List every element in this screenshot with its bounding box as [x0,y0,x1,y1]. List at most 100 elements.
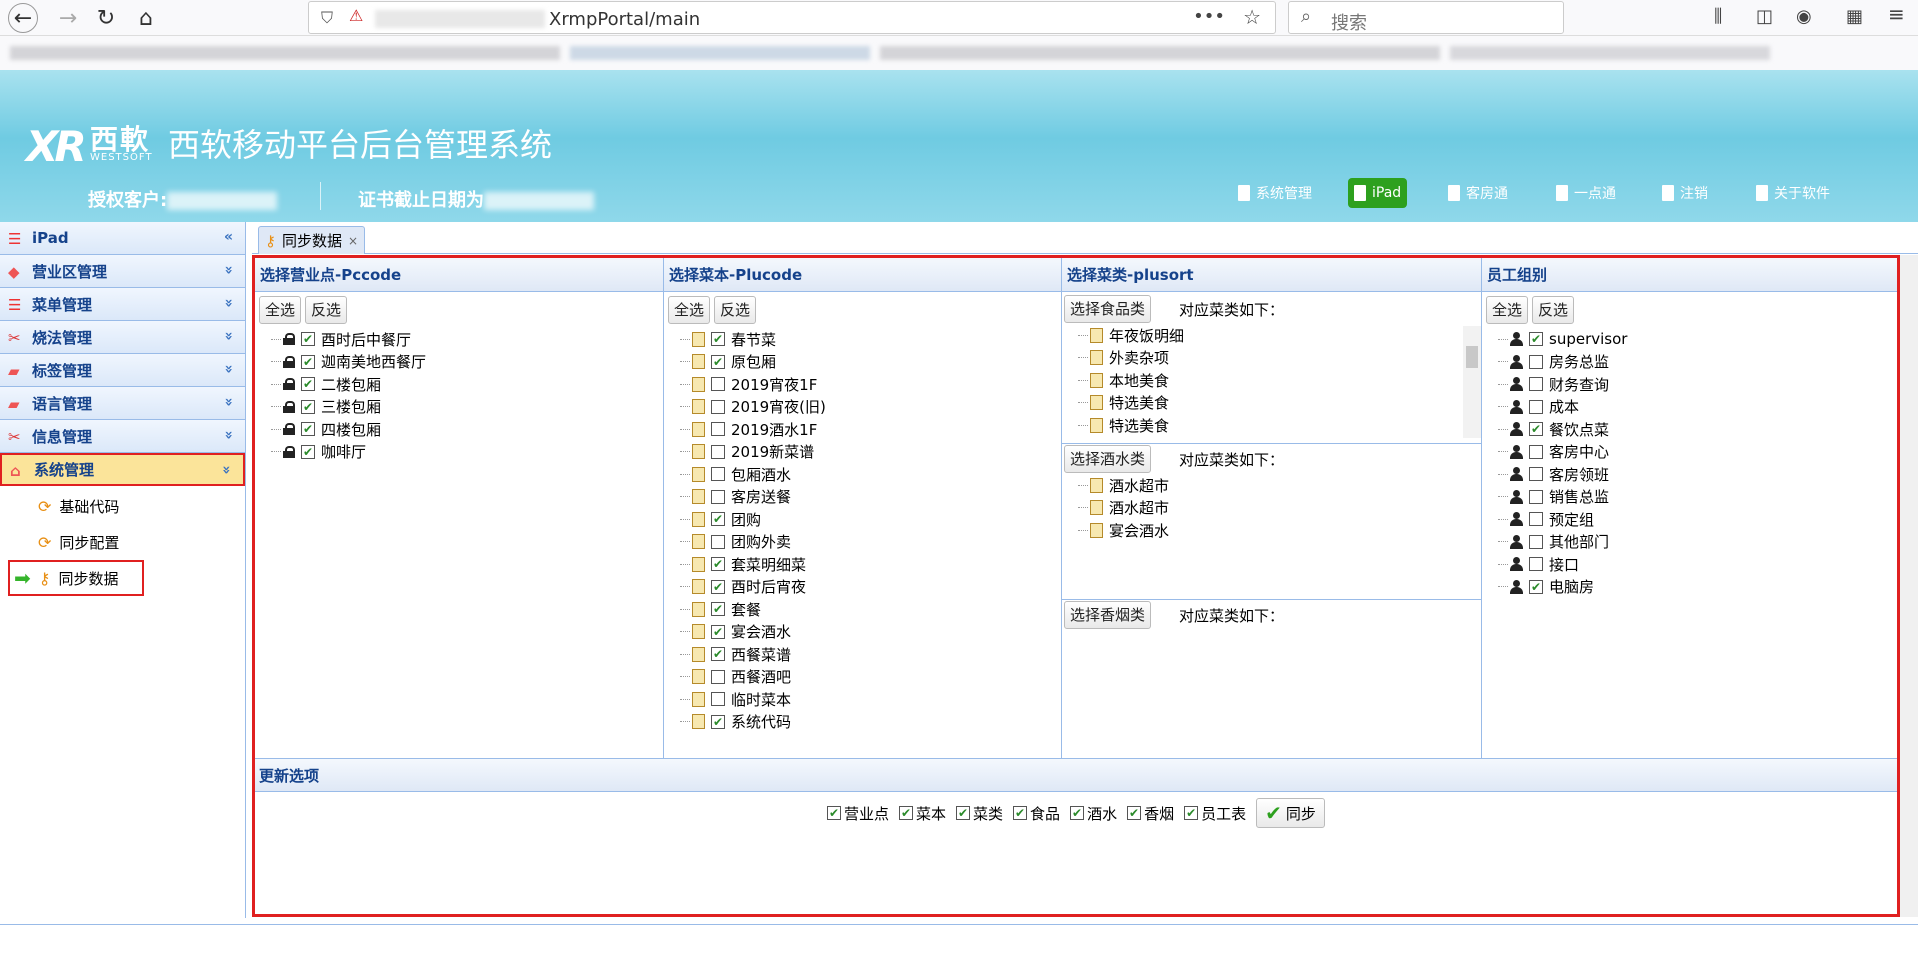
checkbox[interactable] [711,534,725,549]
checkbox[interactable]: ✔ [1070,806,1085,820]
topnav-system[interactable]: 系统管理 [1232,178,1318,208]
close-icon[interactable]: × [348,234,358,248]
tree-item[interactable]: 接口 [1482,553,1897,576]
checkbox[interactable] [711,489,725,504]
tree-item[interactable]: 本地美食 [1062,369,1481,392]
checkbox[interactable] [711,444,725,459]
checkbox[interactable]: ✔ [301,332,315,347]
checkbox[interactable]: ✔ [301,444,315,459]
tree-item[interactable]: 特选美食 [1062,392,1481,415]
tree-item[interactable]: 特选美食 [1062,414,1481,437]
checkbox[interactable]: ✔ [1529,579,1543,594]
forward-icon[interactable]: → [52,2,84,34]
extensions-icon[interactable]: ▦ [1846,6,1863,27]
update-option[interactable]: ✔ 菜类 [956,803,1003,824]
checkbox[interactable]: ✔ [827,806,841,820]
update-option[interactable]: ✔ 食品 [1013,803,1060,824]
collapse-icon[interactable]: « [224,229,233,245]
back-icon[interactable]: ← [8,3,38,33]
sidebar-item-system[interactable]: ⌂ 系统管理 « [0,453,245,486]
tree-item[interactable]: 预定组 [1482,508,1897,531]
bookmark-star-icon[interactable]: ☆ [1243,5,1261,29]
tree-item[interactable]: ✔ supervisor [1482,328,1897,351]
checkbox[interactable] [1529,489,1543,504]
library-icon[interactable]: ⫼ [1714,6,1722,27]
tree-item[interactable]: ✔ 电脑房 [1482,576,1897,599]
topnav-ipad[interactable]: iPad [1348,178,1408,208]
tree-item[interactable]: 其他部门 [1482,531,1897,554]
checkbox[interactable] [1529,512,1543,527]
account-icon[interactable]: ◉ [1796,6,1812,27]
checkbox[interactable] [1529,377,1543,392]
checkbox[interactable] [1529,354,1543,369]
sidebar-item-info[interactable]: ✂ 信息管理 » [0,420,245,453]
tree-item[interactable]: 客房送餐 [664,486,1061,509]
sidebar-item-menu[interactable]: ☰ 菜单管理 » [0,288,245,321]
tree-item[interactable]: 酒水超市 [1062,474,1481,497]
page-scrollbar[interactable] [1900,255,1918,917]
tree-item[interactable]: ✔ 四楼包厢 [255,418,663,441]
checkbox[interactable]: ✔ [711,647,725,662]
more-icon[interactable]: ••• [1193,6,1225,27]
pccode-select-all-button[interactable]: 全选 [259,296,302,324]
checkbox[interactable]: ✔ [711,624,725,639]
checkbox[interactable]: ✔ [301,399,315,414]
reload-icon[interactable]: ↻ [90,2,122,34]
tree-item[interactable]: ✔ 系统代码 [664,711,1061,734]
topnav-room[interactable]: 客房通 [1442,178,1514,208]
tree-item[interactable]: ✔ 酉时后宵夜 [664,576,1061,599]
expand-icon[interactable]: » [220,364,236,373]
tree-item[interactable]: 外卖杂项 [1062,347,1481,370]
checkbox[interactable] [711,467,725,482]
topnav-ydt[interactable]: 一点通 [1550,178,1622,208]
tree-item[interactable]: 包厢酒水 [664,463,1061,486]
plucode-invert-button[interactable]: 反选 [714,296,757,324]
checkbox[interactable]: ✔ [711,354,725,369]
tree-item[interactable]: 西餐酒吧 [664,666,1061,689]
tab-sync-data[interactable]: ⚷ 同步数据 × [258,226,366,254]
select-tobacco-button[interactable]: 选择香烟类 [1064,601,1152,629]
checkbox[interactable]: ✔ [711,512,725,527]
tree-item[interactable]: 临时菜本 [664,688,1061,711]
tree-item[interactable]: 2019酒水1F [664,418,1061,441]
checkbox[interactable] [711,669,725,684]
url-bar[interactable]: ⛉ ⚠ XrmpPortal/main ••• ☆ [308,1,1276,34]
tree-item[interactable]: ✔ 团购 [664,508,1061,531]
checkbox[interactable] [1529,399,1543,414]
tree-item[interactable]: 年夜饭明细 [1062,324,1481,347]
tree-item[interactable]: ✔ 酉时后中餐厅 [255,328,663,351]
expand-icon[interactable]: » [220,331,236,340]
tree-item[interactable]: 房务总监 [1482,351,1897,374]
checkbox[interactable] [711,399,725,414]
checkbox[interactable]: ✔ [301,377,315,392]
checkbox[interactable]: ✔ [301,422,315,437]
tree-item[interactable]: ✔ 春节菜 [664,328,1061,351]
checkbox[interactable]: ✔ [711,332,725,347]
tree-item[interactable]: ✔ 西餐菜谱 [664,643,1061,666]
checkbox[interactable] [711,377,725,392]
tree-item[interactable]: ✔ 原包厢 [664,351,1061,374]
select-drink-button[interactable]: 选择酒水类 [1064,445,1152,473]
sidebar-sub-basic-code[interactable]: ⟳ 基础代码 [0,488,245,524]
checkbox[interactable]: ✔ [956,806,971,820]
sidebar-item-ipad[interactable]: ☰ iPad « [0,222,245,255]
checkbox[interactable]: ✔ [711,602,725,617]
tree-item[interactable]: ✔ 套菜明细菜 [664,553,1061,576]
checkbox[interactable]: ✔ [301,354,315,369]
tree-item[interactable]: ✔ 咖啡厅 [255,441,663,464]
tree-item[interactable]: ✔ 宴会酒水 [664,621,1061,644]
sidebar-sub-sync-data[interactable]: ➡ ⚷ 同步数据 [8,560,144,596]
update-option[interactable]: ✔ 香烟 [1127,803,1174,824]
tree-item[interactable]: 财务查询 [1482,373,1897,396]
food-scrollbar[interactable] [1463,326,1481,438]
checkbox[interactable] [1529,534,1543,549]
tree-item[interactable]: 团购外卖 [664,531,1061,554]
update-option[interactable]: ✔ 员工表 [1184,803,1246,824]
checkbox[interactable]: ✔ [899,806,914,820]
collapse-icon[interactable]: « [218,465,234,474]
tree-item[interactable]: 酒水超市 [1062,497,1481,520]
tree-item[interactable]: 2019宵夜1F [664,373,1061,396]
tree-item[interactable]: 2019新菜谱 [664,441,1061,464]
checkbox[interactable]: ✔ [711,579,725,594]
tree-item[interactable]: 宴会酒水 [1062,519,1481,542]
